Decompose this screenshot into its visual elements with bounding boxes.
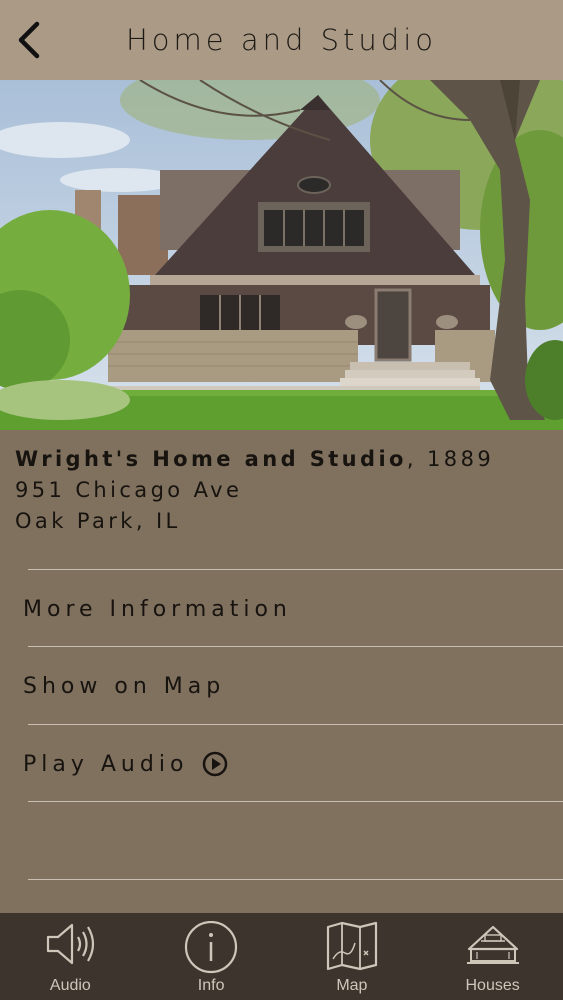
tab-map-label: Map <box>336 977 368 994</box>
speaker-icon <box>42 921 98 971</box>
divider <box>28 646 563 647</box>
nav-bar: Home and Studio <box>0 0 563 80</box>
play-circle-icon <box>202 751 228 777</box>
house-title-line: Wright's Home and Studio, 1889 <box>15 444 553 475</box>
address-line1: 951 Chicago Ave <box>15 478 243 502</box>
tab-bar: Audio Info Map Houses <box>0 913 563 1000</box>
house-details: Wright's Home and Studio, 1889 951 Chica… <box>15 444 553 537</box>
play-audio-button[interactable]: Play Audio <box>0 726 563 802</box>
tab-map[interactable]: Map <box>282 913 423 1000</box>
show-on-map-button[interactable]: Show on Map <box>0 648 563 724</box>
tab-houses-label: Houses <box>465 977 520 994</box>
more-information-label: More Information <box>23 596 292 622</box>
house-name: Wright's Home and Studio <box>15 447 407 471</box>
tab-audio[interactable]: Audio <box>0 913 141 1000</box>
divider <box>28 724 563 725</box>
chevron-left-icon <box>18 21 40 59</box>
divider <box>28 801 563 802</box>
map-icon <box>325 921 379 975</box>
house-year: , 1889 <box>406 447 495 471</box>
page-title: Home and Studio <box>125 23 437 57</box>
play-audio-label: Play Audio <box>23 751 189 777</box>
divider <box>28 569 563 570</box>
house-icon <box>465 921 521 973</box>
tab-info[interactable]: Info <box>141 913 282 1000</box>
info-icon <box>183 920 239 981</box>
back-button[interactable] <box>10 18 46 62</box>
tab-audio-label: Audio <box>49 977 91 994</box>
address-line2: Oak Park, IL <box>15 509 181 533</box>
house-photo <box>0 80 563 430</box>
tab-houses[interactable]: Houses <box>422 913 563 1000</box>
divider <box>28 879 563 880</box>
more-information-button[interactable]: More Information <box>0 571 563 647</box>
show-on-map-label: Show on Map <box>23 673 226 699</box>
